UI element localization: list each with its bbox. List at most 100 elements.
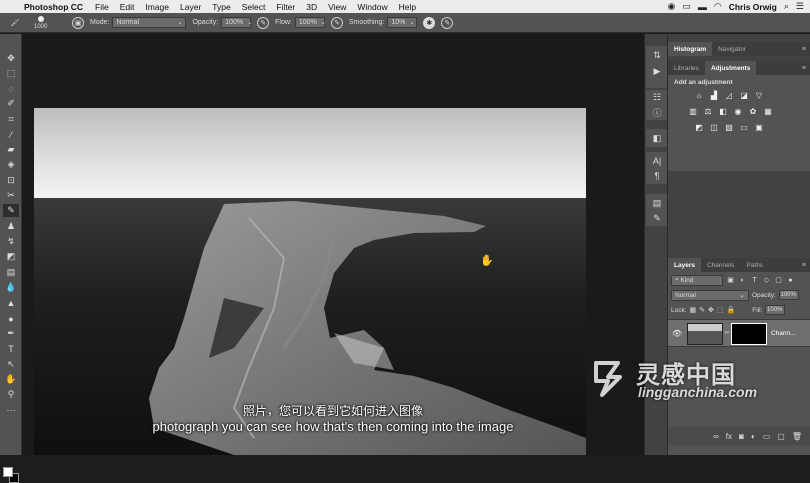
sharpen-tool-icon[interactable]: ▲: [3, 296, 19, 309]
layer-row[interactable]: 👁 ∞ Chann...: [668, 319, 810, 347]
gradient-map-icon[interactable]: ▭: [739, 122, 749, 132]
shape-filter-icon[interactable]: ◇: [762, 276, 771, 284]
foreground-color-swatch[interactable]: [3, 467, 13, 477]
brush-tool-preset-icon[interactable]: 🖌: [0, 14, 30, 32]
vibrance-icon[interactable]: ▽: [754, 90, 764, 100]
pixel-filter-icon[interactable]: ▣: [726, 276, 735, 284]
healing-brush-tool-icon[interactable]: ▰: [3, 143, 19, 156]
flow-field[interactable]: 100% ⌄: [294, 17, 326, 28]
exposure-icon[interactable]: ◪: [739, 90, 749, 100]
new-adjustment-icon[interactable]: ◐: [751, 432, 756, 441]
paragraph-icon[interactable]: ¶: [648, 169, 666, 183]
selective-color-icon[interactable]: ▣: [754, 122, 764, 132]
document-canvas[interactable]: ✋: [22, 34, 644, 455]
patch-tool-icon[interactable]: ◈: [3, 158, 19, 171]
layer-thumbnail[interactable]: [687, 323, 723, 345]
smart-object-filter-icon[interactable]: ▢: [774, 276, 783, 284]
brush-preset-picker[interactable]: 1000: [30, 14, 66, 32]
photo-filter-icon[interactable]: ◉: [733, 106, 743, 116]
eyedropper-tool-icon[interactable]: ⁄: [3, 128, 19, 141]
channel-mixer-icon[interactable]: ✿: [748, 106, 758, 116]
island-photo[interactable]: [34, 108, 586, 455]
actions-play-icon[interactable]: ▶: [648, 64, 666, 78]
adjustment-filter-icon[interactable]: ◐: [738, 277, 747, 284]
threshold-icon[interactable]: ▨: [724, 122, 734, 132]
layer-opacity-field[interactable]: 100%: [778, 290, 799, 300]
pen-tool-icon[interactable]: ✒: [3, 327, 19, 340]
visibility-eye-icon[interactable]: 👁: [672, 329, 682, 338]
eraser-tool-icon[interactable]: ◩: [3, 250, 19, 263]
invert-icon[interactable]: ◩: [694, 122, 704, 132]
history-brush-tool-icon[interactable]: ↯: [3, 235, 19, 248]
brush-settings-icon[interactable]: ▣: [72, 16, 84, 29]
type-tool-icon[interactable]: T: [3, 342, 19, 355]
link-layers-icon[interactable]: ∞: [713, 432, 719, 441]
black-white-icon[interactable]: ◧: [718, 106, 728, 116]
document-icon[interactable]: ▤: [648, 196, 666, 210]
layer-mask-thumbnail[interactable]: [731, 323, 767, 345]
zoom-tool-icon[interactable]: ⚲: [3, 388, 19, 401]
brightness-contrast-icon[interactable]: ☼: [694, 90, 704, 100]
panel-menu-icon[interactable]: ≡: [802, 258, 810, 272]
gradient-tool-icon[interactable]: ▤: [3, 266, 19, 279]
tab-adjustments[interactable]: Adjustments: [704, 61, 757, 75]
menu-view[interactable]: View: [328, 2, 346, 12]
menu-list-icon[interactable]: ☰: [796, 1, 804, 12]
smoothing-field[interactable]: 10% ⌄: [387, 17, 418, 28]
menu-type[interactable]: Type: [212, 2, 230, 12]
menu-help[interactable]: Help: [399, 2, 416, 12]
fill-field[interactable]: 100%: [765, 305, 786, 315]
add-mask-icon[interactable]: ◙: [739, 432, 744, 441]
lasso-tool-icon[interactable]: ◌: [3, 82, 19, 95]
red-eye-tool-icon[interactable]: ✂: [3, 189, 19, 202]
user-name[interactable]: Chris Orwig: [729, 2, 777, 12]
menu-file[interactable]: File: [95, 2, 109, 12]
battery-icon[interactable]: ▬: [698, 2, 707, 12]
app-menu[interactable]: Photoshop CC: [24, 2, 83, 12]
new-layer-icon[interactable]: ▢: [777, 432, 785, 441]
lock-artboard-icon[interactable]: ⬚: [717, 306, 724, 314]
crop-tool-icon[interactable]: ⌗: [3, 113, 19, 126]
hand-tool-icon[interactable]: ✋: [3, 373, 19, 386]
clone-stamp-tool-icon[interactable]: ♟: [3, 220, 19, 233]
move-tool-icon[interactable]: ✥: [3, 52, 19, 65]
history-icon[interactable]: ⇅: [648, 48, 666, 62]
tab-channels[interactable]: Channels: [701, 258, 740, 272]
menu-layer[interactable]: Layer: [180, 2, 201, 12]
pressure-size-icon[interactable]: ✎: [441, 16, 454, 29]
brush-tool-icon[interactable]: ✎: [3, 204, 19, 217]
trash-icon[interactable]: 🗑: [792, 432, 802, 441]
dodge-tool-icon[interactable]: ●: [3, 312, 19, 325]
creative-cloud-icon[interactable]: ◉: [667, 1, 675, 12]
path-selection-tool-icon[interactable]: ↖: [3, 358, 19, 371]
blend-mode-select[interactable]: Normal ⌄: [671, 289, 749, 301]
wifi-icon[interactable]: ◠: [714, 1, 722, 12]
lock-transparent-icon[interactable]: ▦: [690, 306, 697, 314]
tab-libraries[interactable]: Libraries: [668, 61, 705, 75]
notes-icon[interactable]: ✎: [648, 211, 666, 225]
search-icon[interactable]: ⌕: [784, 1, 789, 12]
posterize-icon[interactable]: ◫: [709, 122, 719, 132]
blur-tool-icon[interactable]: 💧: [3, 281, 19, 294]
color-lookup-icon[interactable]: ▦: [763, 106, 773, 116]
brush-settings-panel-icon[interactable]: ◧: [648, 131, 666, 145]
lock-position-icon[interactable]: ✥: [708, 306, 714, 314]
layer-name[interactable]: Chann...: [771, 330, 796, 337]
filter-toggle-icon[interactable]: ●: [786, 277, 795, 284]
mode-select[interactable]: Normal ⌄: [112, 17, 187, 28]
menu-select[interactable]: Select: [242, 2, 266, 12]
pressure-opacity-icon[interactable]: ✎: [257, 16, 270, 29]
curves-icon[interactable]: ◿: [724, 90, 734, 100]
fx-icon[interactable]: fx: [726, 432, 732, 441]
hue-saturation-icon[interactable]: ▥: [688, 106, 698, 116]
marquee-tool-icon[interactable]: ⬚: [3, 67, 19, 80]
tab-layers[interactable]: Layers: [668, 258, 701, 272]
lock-all-icon[interactable]: 🔒: [727, 306, 736, 314]
properties-icon[interactable]: ☷: [648, 90, 666, 104]
color-balance-icon[interactable]: ⚖: [703, 106, 713, 116]
menu-image[interactable]: Image: [145, 2, 169, 12]
tab-navigator[interactable]: Navigator: [712, 42, 752, 56]
edit-toolbar-icon[interactable]: ⋯: [3, 404, 19, 417]
opacity-field[interactable]: 100% ⌄: [221, 17, 252, 28]
type-filter-icon[interactable]: T: [750, 277, 759, 284]
